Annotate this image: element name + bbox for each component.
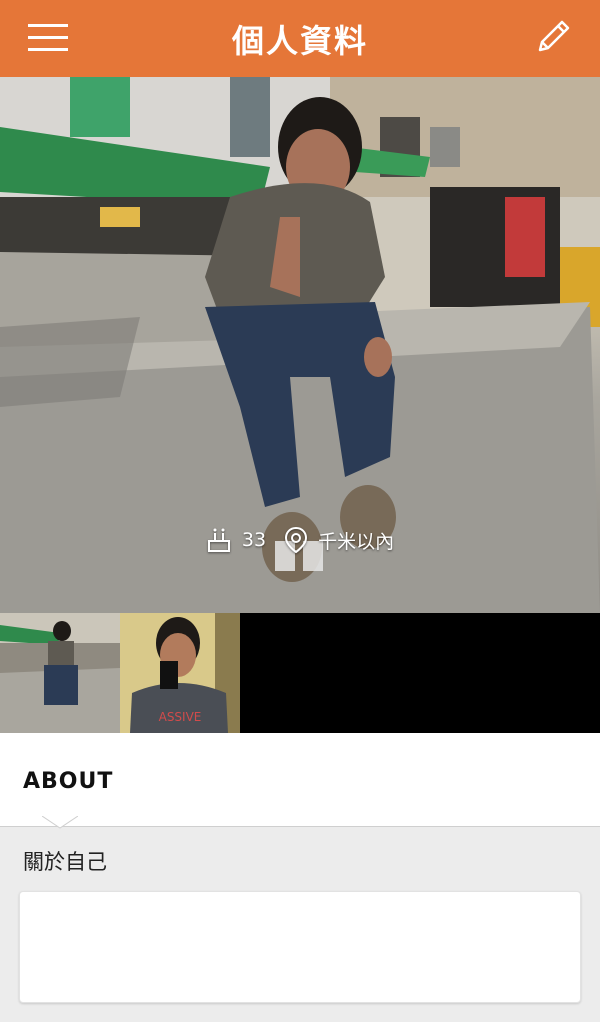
self-intro-label: 關於自己 xyxy=(23,850,107,874)
edit-profile-button[interactable] xyxy=(532,14,576,58)
menu-button[interactable] xyxy=(24,18,72,58)
pencil-edit-icon xyxy=(538,20,570,52)
photo-thumbnail-1[interactable] xyxy=(0,613,120,733)
self-intro-box xyxy=(19,891,581,1003)
svg-text:ASSIVE: ASSIVE xyxy=(159,710,202,724)
birthday-cake-icon xyxy=(207,528,230,552)
age-info: 33 xyxy=(206,527,266,553)
photo-thumbnail-2[interactable]: ASSIVE xyxy=(120,613,240,733)
top-app-bar: 個人資料 xyxy=(0,0,600,77)
about-section-header: ABOUT xyxy=(0,733,600,827)
thumbnail-2-scene: ASSIVE xyxy=(120,613,240,733)
age-value: 33 xyxy=(241,529,267,551)
hamburger-menu-icon xyxy=(28,24,68,51)
distance-value: 千米以內 xyxy=(318,530,395,553)
about-pointer-notch xyxy=(42,816,78,829)
profile-meta-row: 33 千米以內 xyxy=(0,520,600,560)
distance-info: 千米以內 xyxy=(284,526,394,554)
about-title: ABOUT xyxy=(23,769,114,794)
photo-thumbnails: ASSIVE xyxy=(0,613,600,733)
page-title: 個人資料 xyxy=(231,21,368,60)
thumbnail-1-scene xyxy=(0,613,120,733)
location-pin-icon xyxy=(285,526,308,554)
